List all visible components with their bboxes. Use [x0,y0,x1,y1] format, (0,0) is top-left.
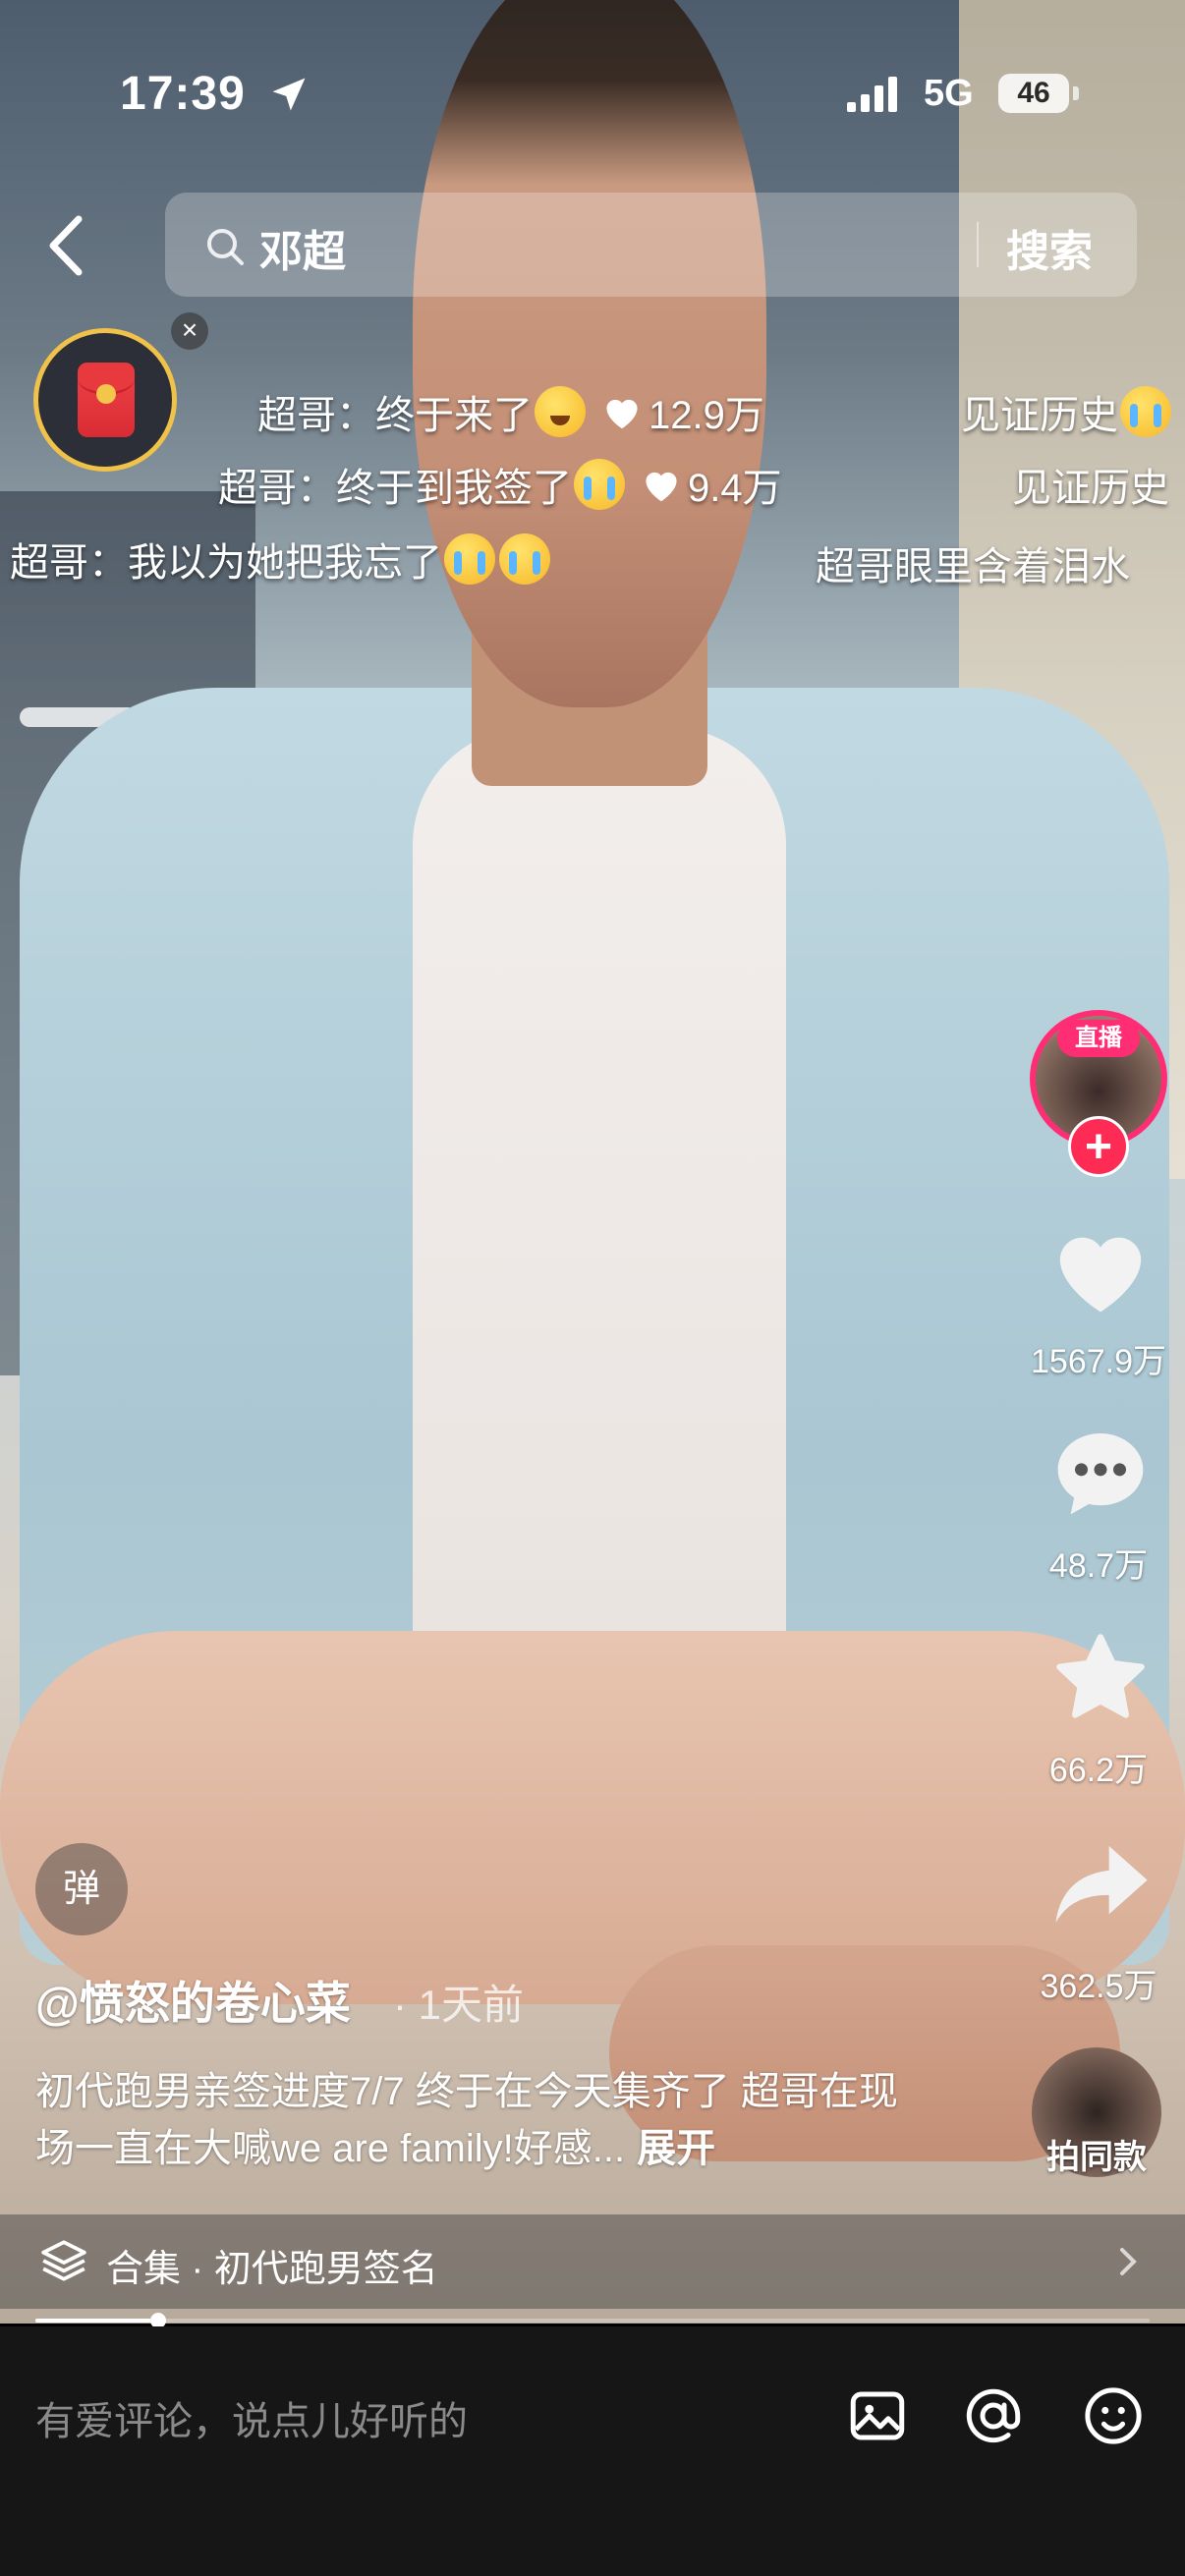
person-head [413,0,766,707]
danmaku-item[interactable]: 超哥：终于到我签了 9.4万 [218,456,782,513]
danmaku-toggle-button[interactable]: 弹 [35,1843,128,1935]
collection-label: 合集 · 初代跑男签名 [106,2249,438,2290]
chevron-right-icon [1120,2248,1137,2275]
network-type: 5G [924,73,974,114]
crying-emoji-icon [1120,386,1171,437]
status-time: 17:39 [120,68,246,120]
live-badge: 直播 [1057,1020,1140,1057]
favorite-star-icon[interactable] [1049,1629,1152,1727]
image-icon[interactable] [845,2383,910,2448]
crying-emoji-icon [574,459,625,510]
expand-link[interactable]: 展开 [637,2127,715,2170]
search-icon [207,229,244,265]
mention-icon[interactable] [961,2383,1026,2448]
search-input[interactable]: 邓超 [259,216,346,279]
red-packet-widget[interactable] [33,328,177,472]
share-arrow-icon[interactable] [1049,1835,1152,1933]
heart-icon [606,399,638,429]
danmaku-item[interactable]: 见证历史 [1012,456,1169,513]
danmaku-item[interactable]: 见证历史 [961,383,1173,440]
playback-progress[interactable] [35,2313,1150,2328]
follow-button[interactable]: + [1068,1116,1129,1177]
favorite-count: 66.2万 [1048,1752,1149,1789]
author-name[interactable]: @愤怒的卷心菜 [35,1968,351,2033]
collection-bar[interactable]: 合集 · 初代跑男签名 [0,2214,1185,2309]
video-screen: 17:39 5G 46 邓超 搜索 × 超哥：终于来了 12.9万 见证历史 超… [0,0,1185,2576]
emoji-icon[interactable] [1081,2383,1146,2448]
red-envelope-icon [78,363,135,437]
battery-indicator: 46 [998,74,1069,113]
signal-icon [847,77,897,112]
like-count: 1567.9万 [1031,1343,1166,1380]
share-count: 362.5万 [1040,1968,1157,2005]
search-bar[interactable]: 邓超 搜索 [165,193,1137,297]
red-packet-close-button[interactable]: × [171,312,208,350]
search-button[interactable]: 搜索 [1006,216,1093,279]
back-button[interactable] [39,211,98,280]
danmaku-item[interactable]: 超哥：终于来了 12.9万 [257,383,764,440]
comment-count: 48.7万 [1048,1547,1149,1585]
progress-fill [35,2319,158,2323]
same-style-label[interactable]: 拍同款 [1014,2130,1179,2178]
description-text: 初代跑男亲签进度7/7 终于在今天集齐了 超哥在现场一直在大喊we are fa… [35,2070,898,2170]
search-divider [977,222,979,267]
comment-input[interactable]: 有爱评论，说点儿好听的 [35,2389,468,2446]
location-arrow-icon [272,78,306,111]
post-description: 初代跑男亲签进度7/7 终于在今天集齐了 超哥在现场一直在大喊we are fa… [35,2063,910,2177]
comment-bubble-icon[interactable] [1049,1423,1152,1521]
crying-emoji-icon [444,533,495,585]
comment-bar: 有爱评论，说点儿好听的 [0,2326,1185,2576]
crying-emoji-icon [499,533,550,585]
smile-emoji-icon [535,386,586,437]
heart-icon [646,472,677,502]
post-time: · 1天前 [393,1982,525,2028]
danmaku-item[interactable]: 超哥：我以为她把我忘了 [10,531,552,588]
like-heart-icon[interactable] [1049,1220,1152,1318]
layers-icon [41,2240,86,2281]
danmaku-item[interactable]: 超哥眼里含着泪水 [816,534,1130,591]
battery-tip [1073,86,1079,100]
